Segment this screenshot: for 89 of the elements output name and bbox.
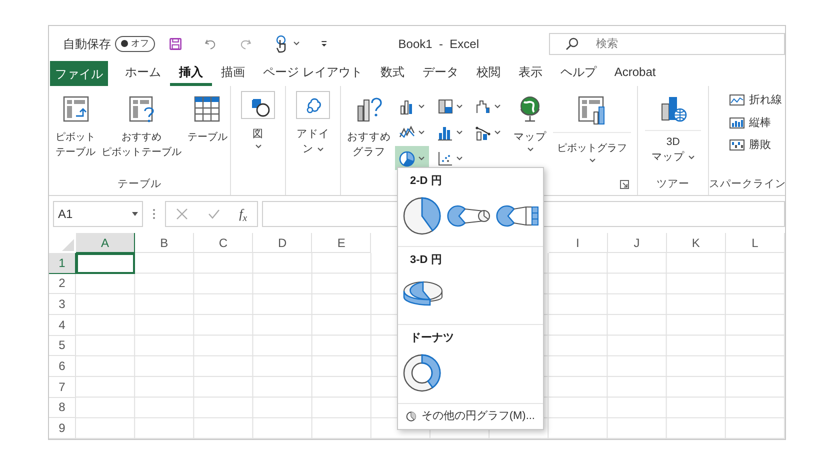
enter-icon xyxy=(208,208,220,220)
caret-icon xyxy=(418,130,426,134)
select-all-icon xyxy=(62,239,74,251)
group-label: テーブル xyxy=(116,177,162,192)
ribbon-tab[interactable]: ページ レイアウト xyxy=(254,61,372,86)
column-header[interactable]: L xyxy=(726,233,785,253)
column-header[interactable]: E xyxy=(312,233,372,253)
row-header[interactable]: 8 xyxy=(49,398,76,418)
column-header[interactable]: J xyxy=(608,233,667,253)
touch-mode-button[interactable] xyxy=(274,34,300,52)
column-sparkline-icon xyxy=(729,116,746,129)
name-box[interactable]: A1 xyxy=(53,201,143,227)
caret-icon xyxy=(456,156,464,160)
win-loss-sparkline-icon xyxy=(729,139,746,152)
ribbon-tab[interactable]: 表示 xyxy=(509,61,552,86)
row-header[interactable]: 6 xyxy=(49,356,76,377)
line-chart-icon xyxy=(399,124,416,140)
ribbon-tab[interactable]: ホーム xyxy=(116,61,170,86)
ribbon-button[interactable]: おすすめ ピボットテーブル xyxy=(100,94,183,177)
row-header[interactable]: 7 xyxy=(49,376,76,398)
sparkline-button[interactable]: 縦棒 xyxy=(729,114,786,131)
ribbon-button[interactable]: アドイ ン xyxy=(296,91,330,177)
caret-icon xyxy=(418,156,426,160)
row-header[interactable]: 5 xyxy=(49,336,76,356)
caret-icon xyxy=(456,130,464,134)
pie-chart-icon[interactable] xyxy=(402,196,442,236)
pie-chart-icon xyxy=(406,410,416,422)
ribbon-tab[interactable]: 校閲 xyxy=(467,61,510,86)
row-header[interactable]: 3 xyxy=(49,294,76,315)
more-icon xyxy=(152,208,156,220)
row-header[interactable]: 1 xyxy=(49,253,76,274)
ribbon-button[interactable]: おすすめ グラフ xyxy=(347,94,392,177)
ribbon-button[interactable]: 3D マップ xyxy=(645,94,702,177)
sparkline-button[interactable]: 勝敗 xyxy=(729,137,786,154)
column-header[interactable]: A xyxy=(76,233,136,253)
waterfall-chart-icon xyxy=(475,98,492,114)
combo-chart-icon xyxy=(475,124,492,140)
treemap-chart-icon xyxy=(437,98,454,114)
row-header[interactable]: 9 xyxy=(49,418,76,439)
column-header[interactable]: B xyxy=(135,233,194,253)
ribbon-tab[interactable]: Acrobat xyxy=(605,61,665,86)
column-header[interactable]: K xyxy=(666,233,726,253)
ribbon-button[interactable]: テーブル xyxy=(184,94,230,177)
dialog-launcher-icon xyxy=(620,180,630,189)
ribbon-tab[interactable]: 描画 xyxy=(212,61,254,86)
sparkline-button[interactable]: 折れ線 xyxy=(729,92,786,108)
ribbon-tab[interactable]: 挿入 xyxy=(170,61,212,86)
file-tab[interactable]: ファイル xyxy=(50,61,108,86)
pie-of-pie-icon[interactable] xyxy=(447,204,491,228)
ribbon-button[interactable]: ピボットグラフ xyxy=(553,94,632,177)
insert-function-button[interactable]: f$_{x}$ xyxy=(239,204,248,224)
table-icon xyxy=(192,94,222,124)
ribbon-button[interactable]: 図 xyxy=(241,91,276,177)
active-cell[interactable] xyxy=(76,253,136,274)
pivot-table-icon xyxy=(60,94,91,124)
save-icon xyxy=(169,36,182,52)
autosave-label: 自動保存 xyxy=(63,36,111,52)
search-icon xyxy=(565,36,579,50)
doughnut-chart-icon[interactable] xyxy=(402,352,442,392)
row-header[interactable]: 2 xyxy=(49,274,76,294)
bar-of-pie-icon[interactable] xyxy=(496,204,540,228)
recommended-pivot-icon xyxy=(126,94,156,124)
ribbon-tab[interactable]: 数式 xyxy=(371,61,414,86)
group-label: スパークライン xyxy=(709,177,786,192)
column-header[interactable]: I xyxy=(548,233,608,253)
caret-icon xyxy=(456,104,464,108)
line-sparkline-icon xyxy=(729,94,746,106)
caret-icon xyxy=(494,104,502,108)
window-title: Book1 - Excel xyxy=(398,36,479,52)
ribbon-tab[interactable]: ヘルプ xyxy=(551,61,606,86)
autosave-toggle[interactable]: オフ xyxy=(115,36,155,52)
cancel-icon xyxy=(176,208,188,220)
ribbon-button[interactable]: ピボット テーブル xyxy=(53,94,98,177)
ribbon-tab[interactable]: データ xyxy=(413,61,468,86)
row-header[interactable]: 4 xyxy=(49,314,76,336)
section-heading: ドーナツ xyxy=(410,331,455,346)
more-pie-charts-option[interactable]: その他の円グラフ(M)... xyxy=(398,402,543,428)
column-header[interactable]: C xyxy=(194,233,254,253)
customize-icon xyxy=(320,38,328,48)
caret-icon xyxy=(418,104,426,108)
section-heading: 3-D 円 xyxy=(410,252,443,268)
group-label: ツアー xyxy=(656,177,691,192)
dropdown-icon xyxy=(132,212,138,216)
scatter-chart-icon xyxy=(437,150,454,166)
column-header[interactable]: D xyxy=(253,233,312,253)
caret-icon xyxy=(494,130,502,134)
section-heading: 2-D 円 xyxy=(410,174,443,189)
caret-icon xyxy=(293,41,300,46)
search-field[interactable]: 検索 xyxy=(549,32,785,54)
